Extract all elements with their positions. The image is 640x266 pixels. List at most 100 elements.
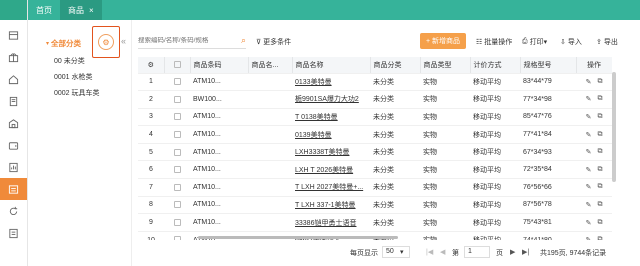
cell-name-link[interactable]: T LXH 2027美特曼+... bbox=[292, 178, 370, 197]
refresh-icon[interactable] bbox=[0, 200, 27, 222]
header-short-name[interactable]: 商品名... bbox=[248, 57, 293, 74]
table-row[interactable]: 4 ATM10... 0139美特曼 未分类 实物 移动平均 77*41*84 ✎ ⧉ bbox=[138, 125, 612, 144]
select-all-checkbox[interactable] bbox=[164, 57, 191, 74]
gift-icon[interactable] bbox=[0, 46, 27, 68]
table-row[interactable]: 2 BW100... 栀9901SA爆力大功2 未分类 实物 移动平均 77*34*98 ✎ ⧉ bbox=[138, 90, 612, 109]
row-checkbox[interactable] bbox=[164, 178, 190, 197]
edit-icon[interactable]: ✎ bbox=[586, 219, 592, 227]
table-row[interactable]: 7 ATM10... T LXH 2027美特曼+... 未分类 实物 移动平均 76*56… bbox=[138, 178, 612, 197]
vertical-scrollbar[interactable] bbox=[612, 72, 616, 182]
header-pricing[interactable]: 计价方式 bbox=[470, 57, 521, 74]
edit-icon[interactable]: ✎ bbox=[586, 236, 592, 240]
row-checkbox[interactable] bbox=[164, 73, 190, 92]
edit-icon[interactable]: ✎ bbox=[586, 166, 592, 174]
category-settings-button[interactable]: ⚙ bbox=[92, 26, 120, 58]
edit-icon[interactable]: ✎ bbox=[586, 131, 592, 139]
list-icon[interactable] bbox=[0, 222, 27, 244]
copy-icon[interactable]: ⧉ bbox=[597, 183, 602, 191]
row-checkbox[interactable] bbox=[164, 231, 190, 240]
cell-name-link[interactable]: 0133美特曼 bbox=[292, 73, 370, 92]
cell-name-link[interactable]: 0139美特曼 bbox=[292, 125, 370, 144]
first-page-icon[interactable]: |◀ bbox=[426, 248, 433, 256]
per-page-select[interactable]: 50 bbox=[382, 246, 410, 258]
header-spec[interactable]: 规格型号 bbox=[520, 57, 577, 74]
table-row[interactable]: 6 ATM10... LXH T 2026美特曼 未分类 实物 移动平均 72*35*84 ✎… bbox=[138, 160, 612, 180]
table-row[interactable]: 9 ATM10... 33386铠甲勇士语音 未分类 实物 移动平均 75*43*81 ✎ ⧉ bbox=[138, 213, 612, 232]
header-name[interactable]: 商品名称 bbox=[292, 57, 371, 74]
home-icon[interactable] bbox=[0, 68, 27, 90]
store-icon[interactable] bbox=[0, 24, 27, 46]
cell-short-name bbox=[248, 196, 292, 215]
row-checkbox[interactable] bbox=[164, 143, 190, 162]
search-input[interactable] bbox=[138, 37, 228, 44]
collapse-icon[interactable]: « bbox=[121, 36, 126, 46]
category-item[interactable]: 00 未分类 bbox=[54, 56, 85, 66]
cell-spec: 85*47*76 bbox=[520, 108, 576, 127]
column-settings-icon[interactable]: ⚙ bbox=[138, 57, 165, 74]
prev-page-icon[interactable]: ◀ bbox=[440, 248, 445, 256]
cell-name-link[interactable]: 33386铠甲勇士语音 bbox=[292, 213, 370, 232]
row-checkbox[interactable] bbox=[164, 196, 190, 215]
row-checkbox[interactable] bbox=[164, 160, 190, 180]
table-row[interactable]: 3 ATM10... T 0138美特曼 未分类 实物 移动平均 85*47*76 ✎ ⧉ bbox=[138, 108, 612, 127]
table-row[interactable]: 5 ATM10... LXH3338T美特曼 未分类 实物 移动平均 67*34*93 ✎ ⧉ bbox=[138, 143, 612, 162]
row-checkbox[interactable] bbox=[164, 213, 190, 232]
copy-icon[interactable]: ⧉ bbox=[597, 236, 602, 240]
copy-icon[interactable]: ⧉ bbox=[597, 95, 602, 103]
category-all[interactable]: ▾ 全部分类 bbox=[46, 38, 81, 49]
search-box: ⌕ bbox=[138, 33, 246, 49]
cell-pricing: 移动平均 bbox=[470, 90, 520, 109]
row-number: 2 bbox=[138, 90, 164, 109]
last-page-icon[interactable]: ▶| bbox=[522, 248, 529, 256]
goods-icon[interactable] bbox=[0, 178, 27, 200]
document-icon[interactable] bbox=[0, 90, 27, 112]
header-type[interactable]: 商品类型 bbox=[420, 57, 471, 74]
copy-icon[interactable]: ⧉ bbox=[597, 201, 602, 209]
tab-home[interactable]: 首页 bbox=[28, 0, 60, 20]
copy-icon[interactable]: ⧉ bbox=[597, 166, 602, 174]
row-checkbox[interactable] bbox=[164, 125, 190, 144]
cell-name-link[interactable]: 栀9901SA爆力大功2 bbox=[292, 90, 370, 109]
edit-icon[interactable]: ✎ bbox=[586, 183, 592, 191]
header-category[interactable]: 商品分类 bbox=[370, 57, 421, 74]
edit-icon[interactable]: ✎ bbox=[586, 148, 592, 156]
search-icon[interactable]: ⌕ bbox=[241, 35, 246, 46]
row-checkbox[interactable] bbox=[164, 108, 190, 127]
copy-icon[interactable]: ⧉ bbox=[597, 219, 602, 227]
horizontal-scrollbar[interactable] bbox=[198, 236, 398, 239]
category-item[interactable]: 0002 玩具车类 bbox=[54, 88, 100, 98]
category-item[interactable]: 0001 水枪类 bbox=[54, 72, 93, 82]
copy-icon[interactable]: ⧉ bbox=[597, 131, 602, 139]
row-checkbox[interactable] bbox=[164, 90, 190, 109]
table-row[interactable]: 8 ATM10... T LXH 337-1美特曼 未分类 实物 移动平均 87*56*78… bbox=[138, 196, 612, 215]
edit-icon[interactable]: ✎ bbox=[586, 201, 592, 209]
table-row[interactable]: 1 ATM10... 0133美特曼 未分类 实物 移动平均 83*44*79 ✎ ⧉ bbox=[138, 73, 612, 92]
next-page-icon[interactable]: ▶ bbox=[510, 248, 515, 256]
edit-icon[interactable]: ✎ bbox=[586, 78, 592, 86]
print-button[interactable]: ⎙ 打印 ▾ bbox=[522, 37, 547, 47]
more-filters-button[interactable]: ⊽ 更多条件 bbox=[256, 37, 291, 47]
report-icon[interactable] bbox=[0, 156, 27, 178]
header-barcode[interactable]: 商品条码 bbox=[190, 57, 249, 74]
close-icon[interactable]: × bbox=[89, 6, 94, 15]
import-button[interactable]: ⇩ 导入 bbox=[560, 37, 582, 47]
warehouse-icon[interactable] bbox=[0, 112, 27, 134]
batch-button[interactable]: ☷ 批量操作 bbox=[476, 37, 512, 47]
cell-category: 未分类 bbox=[370, 125, 420, 144]
page-input[interactable]: 1 bbox=[464, 246, 490, 258]
edit-icon[interactable]: ✎ bbox=[586, 113, 592, 121]
cell-short-name bbox=[248, 143, 292, 162]
cell-name-link[interactable]: T 0138美特曼 bbox=[292, 108, 370, 127]
copy-icon[interactable]: ⧉ bbox=[597, 148, 602, 156]
copy-icon[interactable]: ⧉ bbox=[597, 78, 602, 86]
export-button[interactable]: ⇪ 导出 bbox=[596, 37, 618, 47]
cell-name-link[interactable]: LXH T 2026美特曼 bbox=[292, 160, 370, 180]
cell-category: 未分类 bbox=[370, 160, 420, 180]
cell-name-link[interactable]: LXH3338T美特曼 bbox=[292, 143, 370, 162]
cell-name-link[interactable]: T LXH 337-1美特曼 bbox=[292, 196, 370, 215]
tab-goods[interactable]: 商品 × bbox=[60, 0, 102, 20]
new-goods-button[interactable]: + 新增商品 bbox=[420, 33, 466, 49]
copy-icon[interactable]: ⧉ bbox=[597, 113, 602, 121]
edit-icon[interactable]: ✎ bbox=[586, 95, 592, 103]
wallet-icon[interactable] bbox=[0, 134, 27, 156]
